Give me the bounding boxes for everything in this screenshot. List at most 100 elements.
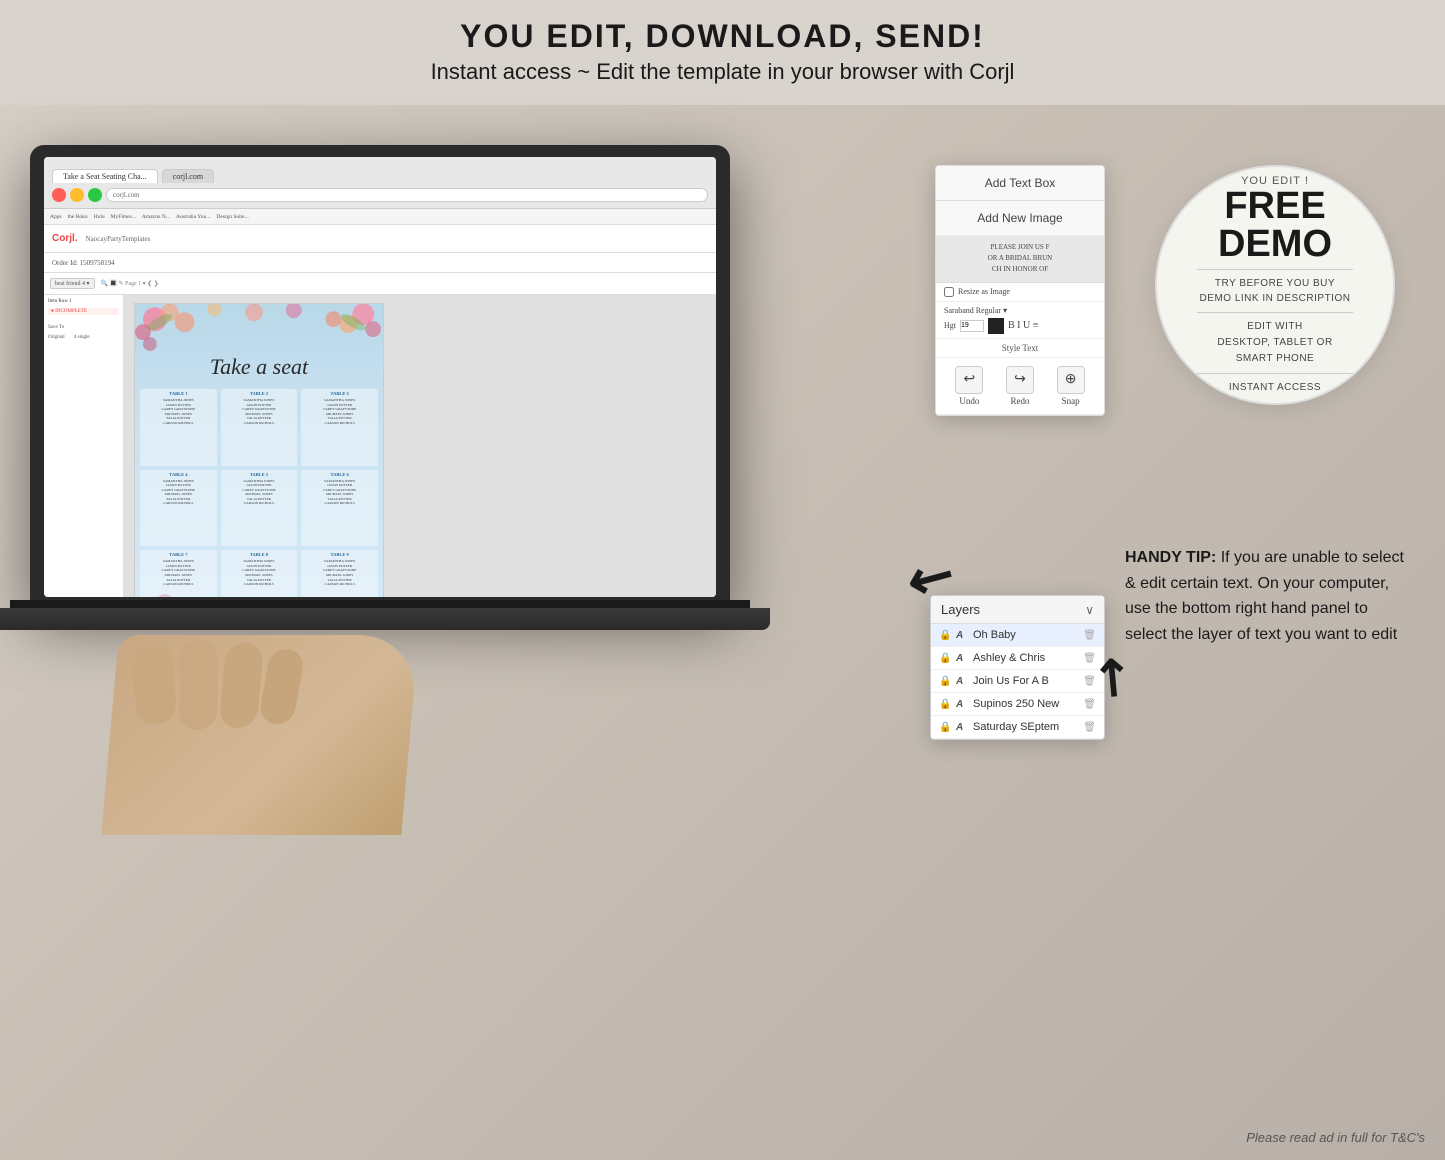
seating-tables: TABLE 1 SAMANTHA JONESJASON POTTERCAREY … [140, 389, 378, 597]
left-panel: Item Row 1 ● INCOMPLETE Save ToOriginal … [44, 295, 124, 597]
layer-name-supinos: Supinos 250 New [973, 698, 1078, 710]
close-window-btn[interactable] [52, 188, 66, 202]
demo-divider-2 [1197, 312, 1354, 313]
layer-item-ashley-chris[interactable]: 🔒 A Ashley & Chris 🗑 [931, 647, 1104, 670]
table-6: TABLE 6 SAMANTHA JONESJASON POTTERCAREY … [301, 470, 378, 547]
snap-icon[interactable]: ⊕ [1057, 366, 1085, 394]
redo-action[interactable]: ↪ Redo [1006, 366, 1034, 406]
best-friend-btn[interactable]: best friend 4 ▾ [50, 278, 95, 289]
lock-icon-3: 🔒 [939, 676, 951, 687]
layers-chevron-icon[interactable]: ∨ [1085, 603, 1094, 617]
corjl-header: Corjl. NaocayPartyTemplates [44, 225, 716, 253]
active-tab[interactable]: Take a Seat Seating Cha... [52, 169, 158, 183]
color-swatch[interactable] [988, 318, 1004, 334]
demo-try-text: TRY BEFORE YOU BUY DEMO LINK IN DESCRIPT… [1200, 276, 1351, 306]
redo-label: Redo [1006, 396, 1034, 406]
undo-icon[interactable]: ↩ [955, 366, 983, 394]
type-icon-5: A [956, 722, 968, 733]
layer-name-join-us: Join Us For A B [973, 675, 1078, 687]
delete-layer-1[interactable]: 🗑 [1083, 630, 1096, 641]
add-text-box-button[interactable]: Add Text Box [936, 166, 1104, 201]
corjl-nav: NaocayPartyTemplates [86, 235, 151, 243]
hand-image [101, 635, 418, 835]
maximize-window-btn[interactable] [88, 188, 102, 202]
panel-status: ● INCOMPLETE [48, 308, 119, 315]
toolbar-tools: 🔍 🔳 ✎ Page 1 ▾ ❮ ❯ [101, 280, 159, 287]
table-2: TABLE 2 SAMANTHA JONESJASON POTTERCAREY … [221, 389, 298, 466]
bookmark-design[interactable]: Design Suite... [216, 214, 248, 220]
style-text-row: Style Text [936, 339, 1104, 358]
table-5: TABLE 5 SAMANTHA JONESJASON POTTERCAREY … [221, 470, 298, 547]
table-3: TABLE 3 SAMANTHA JONESJASON POTTERCAREY … [301, 389, 378, 466]
bookmarks-bar: Apps the Roku Hulu MyFitnes... Amazon N.… [44, 209, 716, 225]
editor-panel: Add Text Box Add New Image PLEASE JOIN U… [935, 165, 1105, 416]
corjl-logo: Corjl. [52, 233, 78, 244]
bookmark-fitness[interactable]: MyFitnes... [111, 214, 136, 220]
height-input[interactable] [960, 320, 984, 332]
browser-bar: corjl.com [52, 185, 708, 205]
url-bar[interactable]: corjl.com [106, 188, 708, 202]
layer-item-oh-baby[interactable]: 🔒 A Oh Baby 🗑 [931, 624, 1104, 647]
laptop-base [0, 608, 770, 630]
minimize-window-btn[interactable] [70, 188, 84, 202]
layer-name-oh-baby: Oh Baby [973, 629, 1078, 641]
add-new-image-button[interactable]: Add New Image [936, 201, 1104, 236]
editor-preview: PLEASE JOIN US FOR A BRIDAL BRUNCH IN HO… [936, 236, 1104, 283]
undo-action[interactable]: ↩ Undo [955, 366, 983, 406]
snap-action[interactable]: ⊕ Snap [1057, 366, 1085, 406]
bookmark-australia[interactable]: Australia You... [176, 214, 210, 220]
lock-icon-1: 🔒 [939, 630, 951, 641]
order-bar: Order Id: 1509758194 [44, 253, 716, 273]
resize-image-checkbox[interactable] [944, 287, 954, 297]
corjl-main: Item Row 1 ● INCOMPLETE Save ToOriginal … [44, 295, 716, 597]
demo-instant-access: INSTANT ACCESS [1229, 380, 1321, 396]
type-icon-2: A [956, 653, 968, 664]
browser-chrome: Take a Seat Seating Cha... corjl.com cor… [44, 157, 716, 209]
top-banner: YOU EDIT, DOWNLOAD, SEND! Instant access… [0, 0, 1445, 105]
delete-layer-4[interactable]: 🗑 [1083, 699, 1096, 710]
order-id: Order Id: 1509758194 [52, 259, 115, 267]
demo-divider-3 [1197, 373, 1354, 374]
table-8: TABLE 8 SAMANTHA JONESJASON POTTERCAREY … [221, 550, 298, 597]
font-family-row: Saraband Regular ▾ [944, 306, 1096, 315]
preview-text: PLEASE JOIN US FOR A BRIDAL BRUNCH IN HO… [942, 242, 1098, 276]
handy-tip: HANDY TIP: If you are unable to select &… [1125, 545, 1405, 647]
canvas-area[interactable]: Take a seat TABLE 1 SAMANTHA JONESJASON … [124, 295, 716, 597]
layers-header: Layers ∨ [931, 596, 1104, 624]
layer-item-supinos[interactable]: 🔒 A Supinos 250 New 🗑 [931, 693, 1104, 716]
resize-image-row: Resize as Image [936, 283, 1104, 302]
lock-icon-5: 🔒 [939, 722, 951, 733]
corjl-interface: Corjl. NaocayPartyTemplates Order Id: 15… [44, 225, 716, 597]
undo-label: Undo [955, 396, 983, 406]
table-9: TABLE 9 SAMANTHA JONESJASON POTTERCAREY … [301, 550, 378, 597]
table-4: TABLE 4 SAMANTHA JONESJASON POTTERCAREY … [140, 470, 217, 547]
bookmark-hulu[interactable]: Hulu [94, 214, 105, 220]
table-1: TABLE 1 SAMANTHA JONESJASON POTTERCAREY … [140, 389, 217, 466]
bookmark-apps[interactable]: Apps [50, 214, 62, 220]
lock-icon-4: 🔒 [939, 699, 951, 710]
font-size-row: Hgt B I U ≡ [944, 318, 1096, 334]
layer-name-saturday: Saturday SEptem [973, 721, 1078, 733]
height-label: Hgt [944, 321, 956, 330]
bookmark-roku[interactable]: the Roku [68, 214, 88, 220]
free-demo-circle: YOU EDIT ! FREE DEMO TRY BEFORE YOU BUY … [1155, 165, 1395, 405]
layer-item-join-us[interactable]: 🔒 A Join Us For A B 🗑 [931, 670, 1104, 693]
redo-icon[interactable]: ↪ [1006, 366, 1034, 394]
type-icon-3: A [956, 676, 968, 687]
delete-layer-5[interactable]: 🗑 [1083, 722, 1096, 733]
layer-item-saturday[interactable]: 🔒 A Saturday SEptem 🗑 [931, 716, 1104, 739]
demo-section: EDIT WITH DESKTOP, TABLET OR SMART PHONE [1217, 319, 1332, 367]
laptop-screen: Take a Seat Seating Cha... corjl.com cor… [44, 157, 716, 597]
please-read: Please read ad in full for T&C's [1246, 1130, 1425, 1145]
panel-actions: Save ToOriginal 4 single [48, 323, 119, 343]
resize-image-label: Resize as Image [958, 287, 1010, 296]
layers-title: Layers [941, 602, 980, 617]
corjl-toolbar: best friend 4 ▾ 🔍 🔳 ✎ Page 1 ▾ ❮ ❯ [44, 273, 716, 295]
demo-divider-1 [1197, 269, 1354, 270]
text-format-options: B I U ≡ [1008, 320, 1038, 331]
bookmark-amazon[interactable]: Amazon N... [142, 214, 170, 220]
handy-tip-label: HANDY TIP: [1125, 549, 1216, 566]
inactive-tab[interactable]: corjl.com [162, 169, 214, 183]
browser-tabs: Take a Seat Seating Cha... corjl.com [52, 161, 708, 183]
panel-order-info: Item Row 1 [48, 299, 119, 304]
